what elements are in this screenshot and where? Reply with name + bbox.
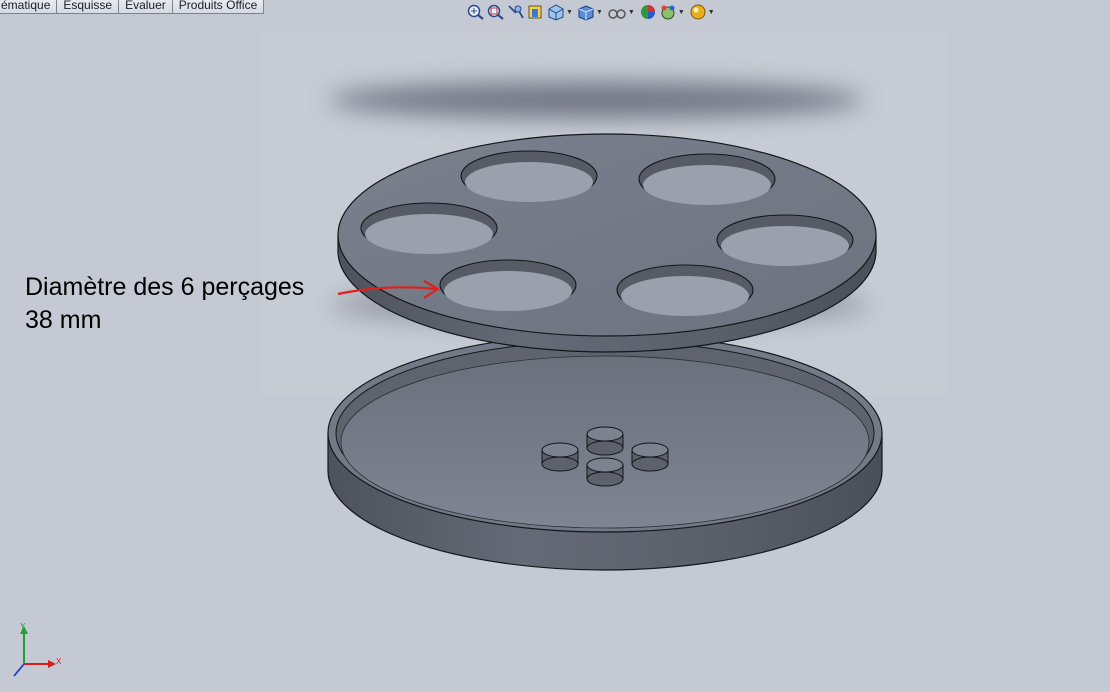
chevron-down-icon[interactable]: ▼ [566, 9, 573, 16]
annotation-line-2: 38 mm [25, 306, 102, 334]
hole-diameter-annotation: Diamètre des 6 perçages 38 mm [25, 271, 304, 337]
lid-hole [616, 264, 754, 316]
zoom-to-fit-icon[interactable] [466, 2, 486, 22]
tab-cinematique[interactable]: ématique [0, 0, 58, 14]
tab-esquisse[interactable]: Esquisse [56, 0, 120, 14]
chevron-down-icon[interactable]: ▼ [596, 9, 603, 16]
heads-up-view-toolbar: ▼ ▼ ▼ ▼ ▼ [466, 2, 718, 22]
chevron-down-icon[interactable]: ▼ [628, 9, 635, 16]
lid-hole [716, 214, 854, 266]
previous-view-icon[interactable] [506, 2, 526, 22]
chevron-down-icon[interactable]: ▼ [708, 9, 715, 16]
lid-hole [360, 202, 498, 254]
tab-evaluer[interactable]: Evaluer [118, 0, 173, 14]
apply-scene-icon[interactable] [658, 2, 678, 22]
view-settings-icon[interactable] [688, 2, 708, 22]
graphics-area[interactable]: Y X [0, 0, 1110, 692]
annotation-line-1: Diamètre des 6 perçages [25, 273, 305, 301]
triad-x-label: X [56, 657, 62, 666]
edit-appearance-icon[interactable] [638, 2, 658, 22]
command-manager-tabs: ématique Esquisse Evaluer Produits Offic… [0, 0, 265, 15]
tab-produits-office[interactable]: Produits Office [171, 0, 265, 14]
chevron-down-icon[interactable]: ▼ [678, 9, 685, 16]
box-base-part[interactable] [327, 333, 883, 571]
view-orientation-icon[interactable] [546, 2, 566, 22]
reference-triad: Y X [13, 622, 62, 677]
hide-show-items-icon[interactable] [606, 2, 628, 22]
lid-hole [460, 150, 598, 202]
lid-hole [439, 259, 577, 311]
disc-shadow [328, 82, 864, 118]
zoom-to-area-icon[interactable] [486, 2, 506, 22]
section-view-icon[interactable] [526, 2, 546, 22]
display-style-icon[interactable] [576, 2, 596, 22]
lid-hole [638, 153, 776, 205]
lid-disc-part[interactable] [337, 133, 877, 353]
triad-y-label: Y [20, 622, 26, 631]
